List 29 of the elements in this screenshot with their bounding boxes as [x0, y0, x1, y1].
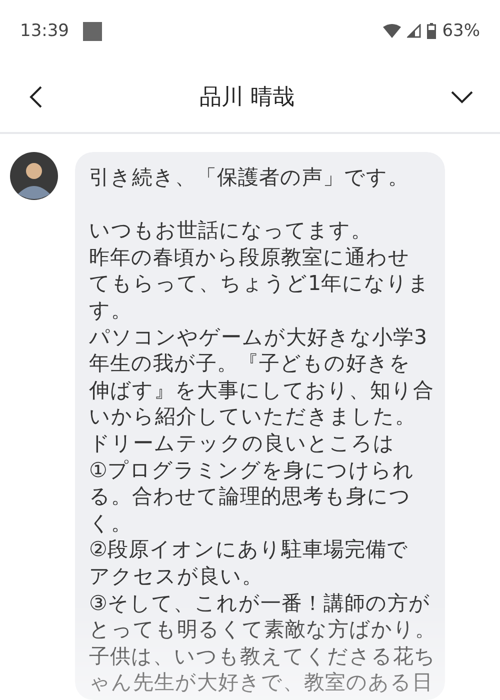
notification-icon: [83, 22, 102, 40]
message-line: す。: [89, 296, 132, 324]
message-line: とっても明るくて素敵な方ばかり。: [89, 616, 436, 643]
back-icon[interactable]: [28, 85, 44, 109]
message-line: てもらって、ちょうど1年になりま: [89, 270, 430, 297]
message-line: パソコンやゲームが大好きな小学3: [89, 324, 428, 350]
message-line: ②段原イオンにあり駐車場完備で: [89, 536, 408, 563]
battery-icon: [427, 23, 436, 39]
message-line: 年生の我が子。『子どもの好きを: [89, 350, 411, 377]
message-line: アクセスが良い。: [89, 562, 263, 590]
message-line: ゃん先生が大好きで、教室のある日: [89, 669, 433, 696]
message-line: く。: [89, 510, 132, 536]
message-line: ドリームテックの良いところは: [89, 430, 395, 457]
status-time: 13:39: [20, 21, 69, 41]
message-line: る。合わせて論理的思考も身につ: [89, 483, 411, 510]
chevron-down-icon[interactable]: [450, 90, 474, 104]
message-line: いつもお世話になってます。: [89, 217, 372, 244]
battery-percent: 63%: [442, 21, 480, 41]
signal-icon: [407, 24, 422, 38]
wifi-icon: [383, 24, 402, 38]
message-line: 引き続き、「保護者の声」です。: [89, 164, 409, 191]
message-line: ①プログラミングを身につけられ: [89, 456, 414, 484]
avatar-icon[interactable]: [10, 152, 58, 200]
message-line: いから紹介していただきました。: [89, 403, 416, 430]
message-line: 昨年の春頃から段原教室に通わせ: [89, 244, 410, 270]
message-line: 伸ばす』を大事にしており、知り合: [89, 376, 434, 404]
message-line: 子供は、いつも教えてくださる花ち: [89, 642, 436, 670]
message-line: ③そして、これが一番！講師の方が: [89, 590, 430, 616]
chat-title: 品川 晴哉: [200, 84, 294, 112]
